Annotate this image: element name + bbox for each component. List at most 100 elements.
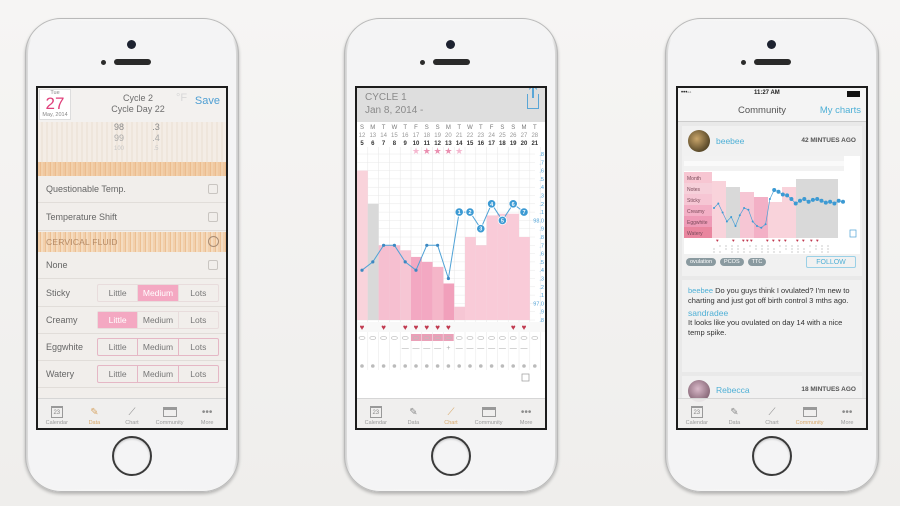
amount-segmented-control[interactable]: Little Medium Lots [97,338,219,356]
mini-dot [755,245,757,247]
mini-dot [809,251,811,253]
home-button[interactable] [752,436,792,476]
date-badge[interactable]: Tue 27 May, 2014 [39,89,71,120]
comment: sandradee It looks like you ovulated on d… [688,308,856,338]
temperature-chart[interactable]: S125M136T147W158T169F1710S1811S1912M2013… [357,122,545,394]
segment-medium[interactable]: Medium [138,366,179,382]
heart-icon: ♥ [511,323,516,332]
fluid-bar [432,266,444,320]
cycle-info: Cycle 2 Cycle Day 22 [98,93,178,115]
picker-value: .3 [152,122,160,132]
temperature-point-label: 7 [522,210,525,216]
fluid-icon [499,336,506,340]
share-icon[interactable] [527,88,539,109]
segment-lots[interactable]: Lots [179,366,218,382]
checkbox[interactable] [208,260,218,270]
segment-medium[interactable]: Medium [138,339,179,355]
tab-community[interactable]: Community [151,399,189,428]
segment-lots[interactable]: Lots [179,312,218,328]
test-result-mark: — [434,345,441,352]
segment-medium[interactable]: Medium [138,312,179,328]
comment-user[interactable]: beebee [688,286,713,295]
tab-calendar[interactable]: 23 Calendar [357,399,395,428]
tab-data[interactable]: ✎ Data [76,399,114,428]
y-tick-label: .6 [539,252,544,258]
segment-medium[interactable]: Medium [138,285,179,301]
heart-icon: ♥ [403,323,408,332]
community-glyph [481,407,496,417]
note-dot [468,364,472,368]
test-result-mark: — [423,345,430,352]
mini-dot [827,251,829,253]
y-tick-label: .1 [539,210,544,216]
tab-data[interactable]: ✎ Data [716,399,754,428]
checkbox[interactable] [208,212,218,222]
mini-heart-icon: ♥ [766,238,769,243]
follow-button[interactable]: FOLLOW [806,256,856,268]
checkbox[interactable] [208,184,218,194]
weekday-label: M [522,125,527,131]
tab-data[interactable]: ✎ Data [395,399,433,428]
post-card[interactable]: beebee 42 MINTUES AGO Month Notes Sticky Cr… [682,126,862,276]
tab-calendar[interactable]: 23 Calendar [38,399,76,428]
temperature-picker[interactable]: 98 99 100 .3 .4 .5 [38,122,226,162]
mini-temp-point [764,223,767,226]
tab-chart[interactable]: ⟋ Chart [432,399,470,428]
status-bar: •••◦◦ 11:27 AM [678,88,866,100]
save-button[interactable]: Save [195,95,220,107]
tab-label: Chart [125,420,139,426]
comment-user[interactable]: sandradee [688,308,856,318]
temperature-point [446,276,450,281]
tab-label: Community [795,420,824,426]
tag-pcos[interactable]: PCOS [720,258,744,266]
none-row[interactable]: None [38,252,226,279]
tab-more[interactable]: ••• More [507,399,545,428]
note-dot [457,364,461,368]
tab-more[interactable]: ••• More [828,399,866,428]
mini-dot [779,251,781,253]
tab-chart[interactable]: ⟋ Chart [753,399,791,428]
amount-segmented-control[interactable]: Little Medium Lots [97,311,219,329]
segment-little[interactable]: Little [98,366,139,382]
my-charts-link[interactable]: My charts [820,105,861,116]
alarm-clock-icon[interactable] [208,236,219,247]
post-username[interactable]: Rebecca [716,385,750,395]
fluid-icon [401,336,409,340]
tab-community[interactable]: Community [791,399,829,428]
picker-whole-column[interactable]: 98 99 100 [104,122,134,155]
mini-dot [725,248,727,250]
avatar[interactable] [688,130,710,152]
tab-more[interactable]: ••• More [188,399,226,428]
temperature-shift-row[interactable]: Temperature Shift [38,204,226,231]
segment-little[interactable]: Little [98,312,139,328]
amount-segmented-control[interactable]: Little Medium Lots [97,365,219,383]
mini-chart[interactable]: MonthNotesStickyCreamyEggwhiteWatery♥ ♥ ♥ ♥… [684,156,860,254]
picker-decimal-column[interactable]: .3 .4 .5 [146,122,166,155]
tab-chart[interactable]: ⟋ Chart [113,399,151,428]
mini-dot [731,248,733,250]
mini-dot [761,248,763,250]
y-tick-label: .9 [539,227,544,233]
home-button[interactable] [431,436,471,476]
segment-lots[interactable]: Lots [179,339,218,355]
home-button[interactable] [112,436,152,476]
tag-ttc[interactable]: TTC [747,258,767,266]
chart-icon: ⟋ [768,406,776,418]
segment-little[interactable]: Little [98,339,139,355]
amount-segmented-control[interactable]: Little Medium Lots [97,284,219,302]
questionable-temp-row[interactable]: Questionable Temp. [38,176,226,203]
segment-lots[interactable]: Lots [179,285,218,301]
fluid-icon [520,336,528,340]
tab-calendar[interactable]: 23 Calendar [678,399,716,428]
cycle-label: Cycle 2 [122,93,153,103]
tab-community[interactable]: Community [470,399,508,428]
test-result-mark: — [456,345,463,352]
fluid-icon [380,336,387,340]
tag-ovulation[interactable]: ovulation [686,258,717,266]
y-tick-label: .2 [539,285,544,291]
test-result-mark: + [446,345,450,352]
picker-value: 100 [113,146,124,152]
post-username[interactable]: beebee [716,136,744,146]
fluid-bar [443,283,455,320]
segment-little[interactable]: Little [98,285,139,301]
